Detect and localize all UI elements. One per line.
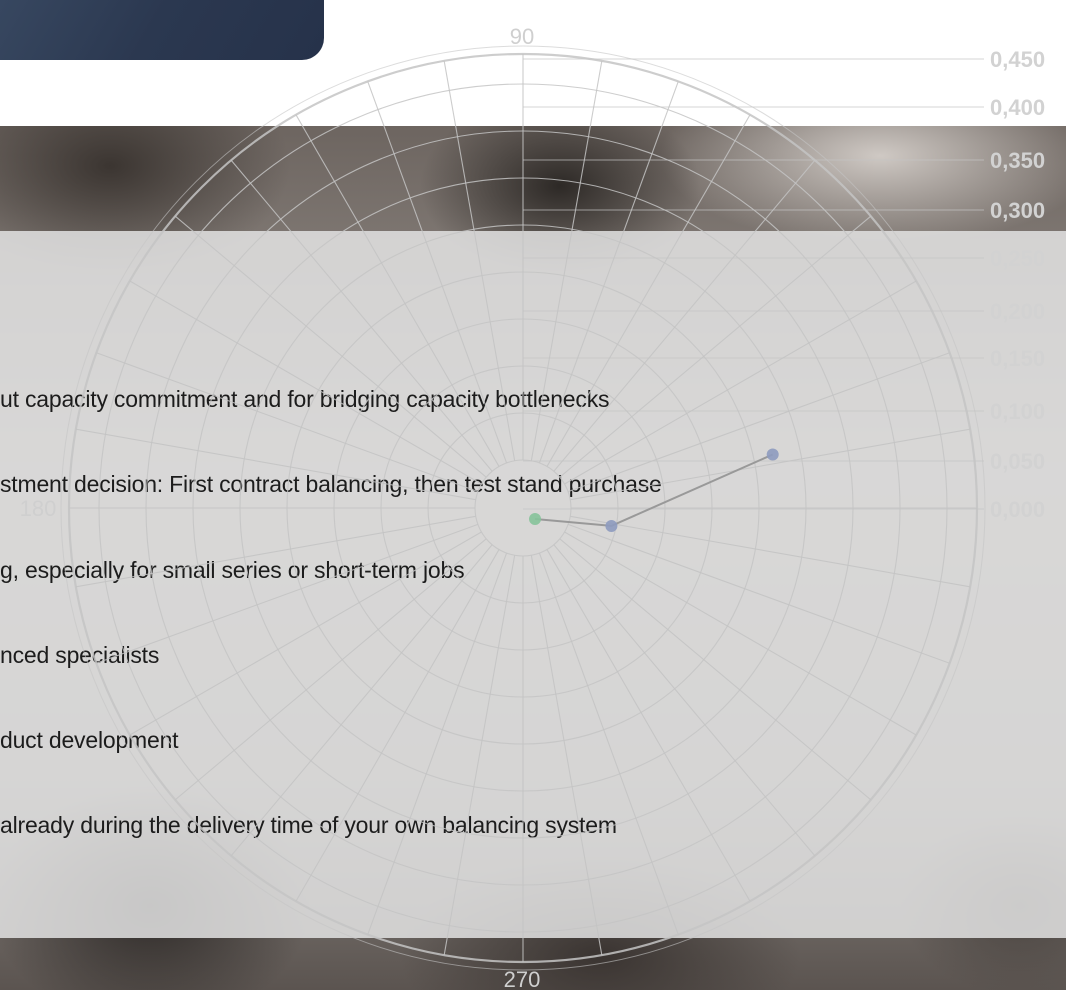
polar-grid-spoke <box>570 515 971 588</box>
polar-grid-spoke <box>546 114 751 467</box>
polar-grid-spoke <box>443 60 516 461</box>
polar-grid-spoke <box>546 549 751 902</box>
data-point <box>605 519 618 532</box>
polar-grid-spoke <box>443 555 516 956</box>
polar-grid-spoke <box>530 60 603 461</box>
radial-tick-label: 0,100 <box>990 399 1045 424</box>
page: ut capacity commitment and for bridging … <box>0 0 1066 990</box>
angle-label: 180 <box>20 496 57 521</box>
radial-tick-label: 0,450 <box>990 47 1045 72</box>
radial-tick-label: 0,250 <box>990 246 1045 271</box>
data-point <box>529 513 542 525</box>
polar-grid-spoke <box>295 549 500 902</box>
radial-tick-label: 0,050 <box>990 449 1045 474</box>
polar-grid-spoke <box>129 280 482 485</box>
data-point <box>766 448 779 461</box>
radial-tick-label: 0,000 <box>990 497 1045 522</box>
radial-tick-label: 0,350 <box>990 148 1045 173</box>
polar-grid-ring <box>474 459 572 557</box>
polar-grid-spoke <box>75 515 476 588</box>
polar-grid-spoke <box>564 531 917 736</box>
polar-grid-spoke <box>129 531 482 736</box>
radial-tick-label: 0,200 <box>990 299 1045 324</box>
polar-chart: 0,450 0,400 0,350 0,300 0,250 0,200 0,150 0,100… <box>20 24 1045 990</box>
angle-label: 90 <box>510 24 534 49</box>
polar-grid-spoke <box>295 114 500 467</box>
radial-tick-label: 0,150 <box>990 346 1045 371</box>
polar-grid-spoke <box>75 428 476 501</box>
radial-tick-label: 0,300 <box>990 198 1045 223</box>
polar-grid-spoke <box>530 555 603 956</box>
angle-label: 270 <box>504 967 541 990</box>
polar-grid-spoke <box>570 428 971 501</box>
radial-tick-label: 0,400 <box>990 95 1045 120</box>
